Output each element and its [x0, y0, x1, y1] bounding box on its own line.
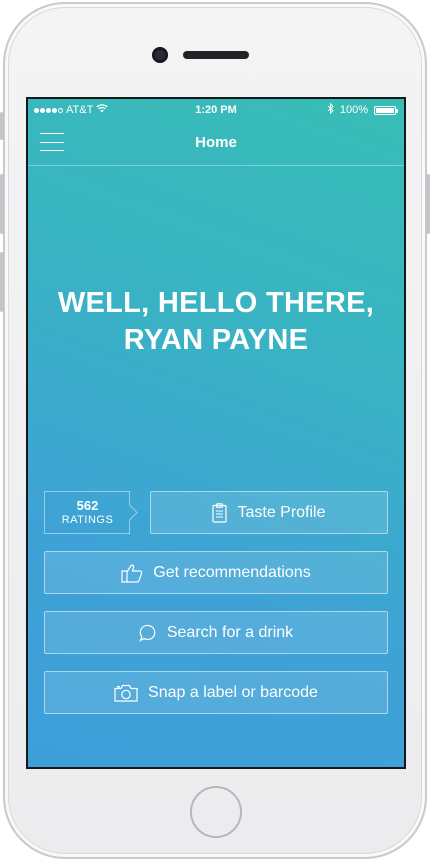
thumbs-up-icon	[121, 563, 143, 583]
bluetooth-icon	[327, 102, 334, 117]
battery-percent: 100%	[339, 104, 368, 116]
greeting-heading: WELL, HELLO THERE, RYAN PAYNE	[28, 285, 404, 359]
nav-title: Home	[195, 134, 237, 151]
mute-switch	[0, 112, 4, 140]
earpiece-speaker	[183, 51, 249, 59]
speech-bubble-icon	[139, 624, 157, 642]
volume-up-button	[0, 174, 4, 234]
camera-icon	[114, 684, 138, 702]
search-drink-label: Search for a drink	[166, 623, 294, 641]
snap-label-button[interactable]: Snap a label or barcode	[44, 671, 388, 714]
taste-profile-label: Taste Profile	[237, 503, 326, 521]
battery-icon	[374, 105, 398, 115]
ratings-badge[interactable]: 562 RATINGS	[44, 491, 138, 534]
greeting-line-2: RYAN PAYNE	[123, 324, 309, 356]
clipboard-icon	[212, 502, 228, 523]
status-bar: AT&T 1:20 PM 100%	[28, 99, 404, 123]
volume-down-button	[0, 252, 4, 312]
front-camera	[152, 47, 168, 63]
status-right: 100%	[327, 102, 398, 117]
ratings-count: 562	[76, 498, 99, 513]
app-screen: AT&T 1:20 PM 100% Home WELL, HELLO THERE…	[26, 97, 406, 769]
snap-label-text: Snap a label or barcode	[148, 683, 318, 701]
get-recommendations-label: Get recommendations	[153, 563, 311, 581]
home-button[interactable]	[190, 786, 242, 838]
nav-bar: Home	[28, 123, 404, 166]
taste-profile-button[interactable]: Taste Profile	[150, 491, 388, 534]
greeting-line-1: WELL, HELLO THERE,	[57, 287, 375, 319]
search-drink-button[interactable]: Search for a drink	[44, 611, 388, 654]
ratings-label: RATINGS	[61, 514, 114, 526]
power-button	[426, 174, 430, 234]
get-recommendations-button[interactable]: Get recommendations	[44, 551, 388, 594]
ratings-badge-arrow	[129, 491, 138, 534]
